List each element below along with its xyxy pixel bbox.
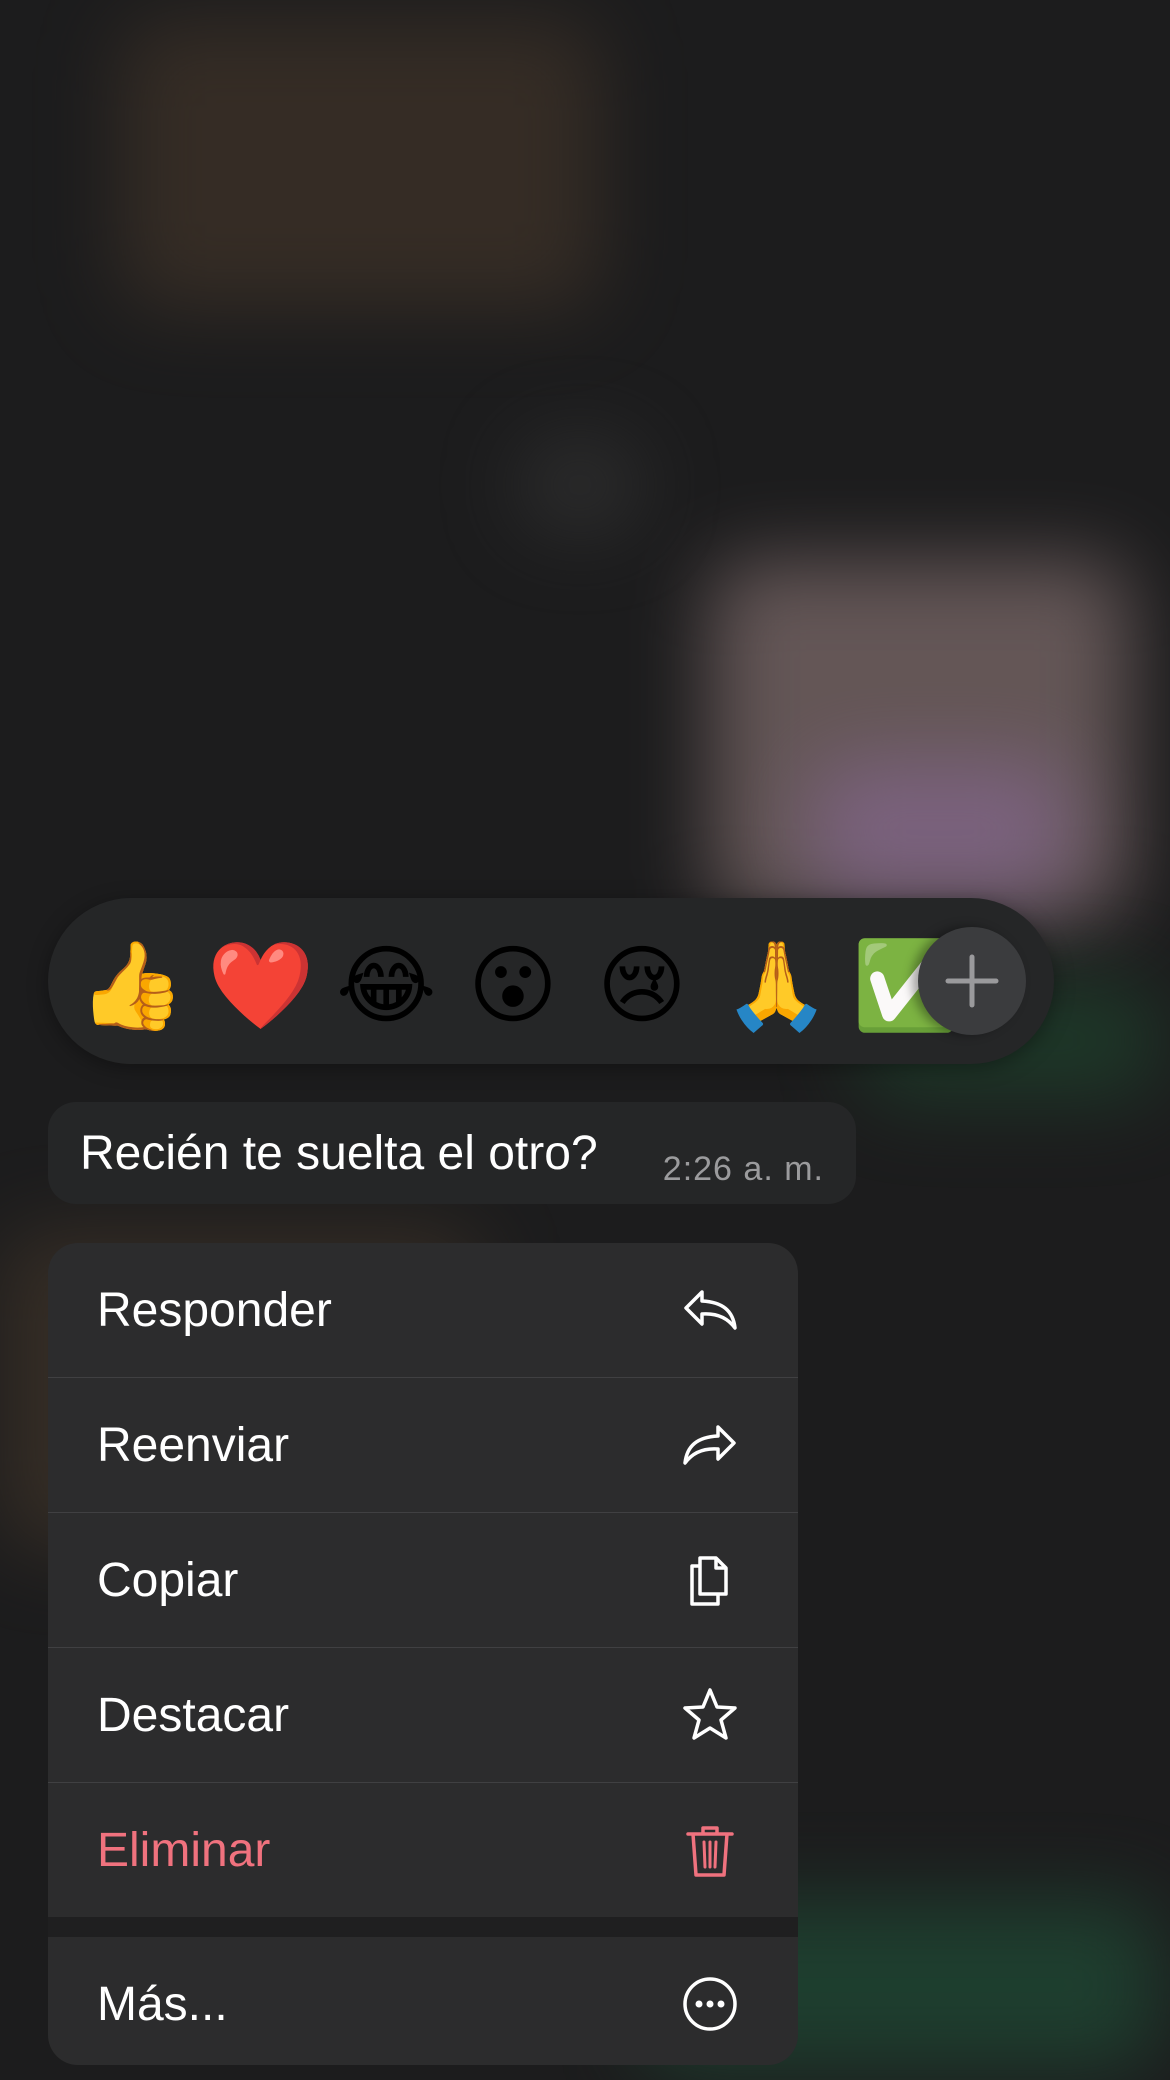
menu-item-reply[interactable]: Responder xyxy=(48,1243,798,1378)
menu-separator xyxy=(48,1917,798,1937)
emoji-thumbs-up[interactable]: 👍 xyxy=(78,938,185,1034)
emoji-joy[interactable]: 😂 xyxy=(336,938,437,1034)
reply-icon xyxy=(684,1290,737,1330)
message-timestamp: 2:26 a. m. xyxy=(662,1150,824,1188)
forward-icon xyxy=(683,1425,736,1465)
menu-item-label: Responder xyxy=(97,1284,332,1337)
blurred-image-right-accent xyxy=(810,760,1070,900)
menu-item-more[interactable]: Más... xyxy=(48,1937,798,2065)
reaction-bar: 👍 ❤️ 😂 😮 😢 🙏 ✅ xyxy=(48,898,1054,1064)
emoji-crying[interactable]: 😢 xyxy=(594,938,690,1034)
menu-item-delete[interactable]: Eliminar xyxy=(48,1783,798,1917)
star-icon xyxy=(683,1688,737,1740)
menu-item-label: Reenviar xyxy=(97,1419,290,1472)
menu-item-label: Destacar xyxy=(97,1689,290,1742)
menu-item-label: Más... xyxy=(97,1978,228,2031)
more-icon xyxy=(683,1977,737,2031)
menu-item-copy[interactable]: Copiar xyxy=(48,1513,798,1648)
add-reaction-button[interactable] xyxy=(918,927,1026,1035)
context-menu: Responder Reenviar Copiar Destacar Elimi… xyxy=(48,1243,798,2065)
menu-item-label: Copiar xyxy=(97,1554,239,1607)
emoji-open-mouth[interactable]: 😮 xyxy=(465,938,561,1034)
plus-icon xyxy=(945,954,999,1008)
trash-icon xyxy=(686,1826,734,1877)
menu-item-forward[interactable]: Reenviar xyxy=(48,1378,798,1513)
blurred-dot xyxy=(520,440,640,530)
message-text: Recién te suelta el otro? xyxy=(80,1127,598,1180)
emoji-folded-hands[interactable]: 🙏 xyxy=(723,938,830,1034)
emoji-red-heart[interactable]: ❤️ xyxy=(207,938,314,1034)
copy-icon xyxy=(690,1556,728,1606)
menu-item-label: Eliminar xyxy=(97,1824,271,1877)
message-bubble[interactable]: Recién te suelta el otro? 2:26 a. m. xyxy=(48,1102,856,1204)
blurred-image-top xyxy=(120,20,600,310)
menu-item-star[interactable]: Destacar xyxy=(48,1648,798,1783)
